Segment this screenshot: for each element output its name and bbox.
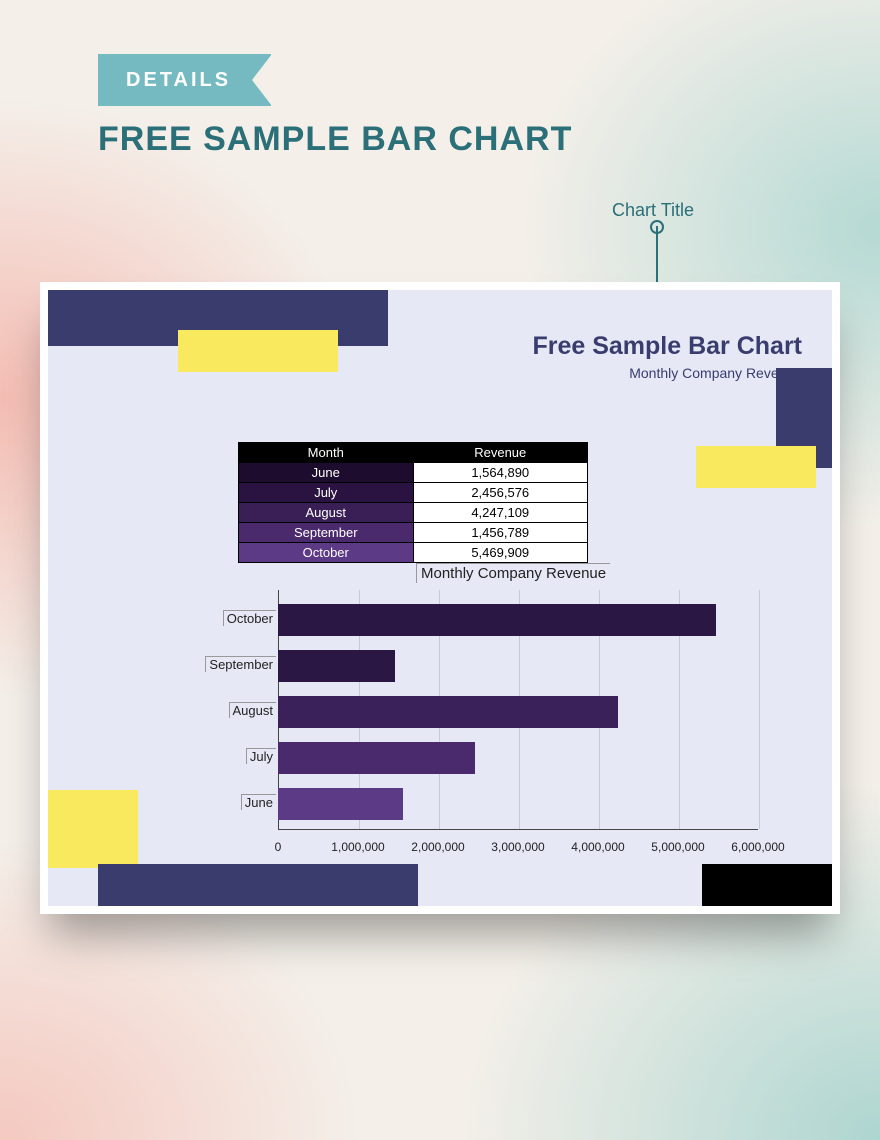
callout-dot-icon [650, 220, 664, 234]
data-table: Month Revenue June1,564,890July2,456,576… [238, 442, 588, 563]
x-tick-label: 6,000,000 [731, 840, 784, 854]
deco-rect [98, 864, 418, 906]
bar [278, 788, 403, 820]
table-row: October5,469,909 [239, 543, 588, 563]
table-cell-revenue: 2,456,576 [413, 483, 588, 503]
table-header-month: Month [239, 443, 414, 463]
table-cell-revenue: 4,247,109 [413, 503, 588, 523]
table-row: June1,564,890 [239, 463, 588, 483]
table-cell-month: July [239, 483, 414, 503]
page-title: FREE SAMPLE BAR CHART [98, 120, 572, 159]
bar-row: October [198, 600, 758, 640]
x-tick-label: 4,000,000 [571, 840, 624, 854]
deco-rect [696, 446, 816, 488]
bar-row: September [198, 646, 758, 686]
x-tick-label: 3,000,000 [491, 840, 544, 854]
table-cell-month: September [239, 523, 414, 543]
bar-label: July [246, 748, 276, 764]
bar [278, 650, 395, 682]
table-cell-month: June [239, 463, 414, 483]
deco-rect [702, 864, 832, 906]
x-tick-label: 5,000,000 [651, 840, 704, 854]
bar-label: June [241, 794, 276, 810]
bar-row: June [198, 784, 758, 824]
bar [278, 604, 716, 636]
table-cell-revenue: 1,564,890 [413, 463, 588, 483]
deco-rect [178, 330, 338, 372]
gridline [759, 590, 760, 829]
bar-chart: 0 1,000,000 2,000,000 3,000,000 4,000,000 5,0… [198, 590, 758, 860]
bar [278, 696, 618, 728]
table-row: August4,247,109 [239, 503, 588, 523]
table-header-revenue: Revenue [413, 443, 588, 463]
x-tick-label: 1,000,000 [331, 840, 384, 854]
bar-row: August [198, 692, 758, 732]
details-ribbon: DETAILS [98, 54, 271, 106]
bar [278, 742, 475, 774]
table-row: July2,456,576 [239, 483, 588, 503]
bar-label: October [223, 610, 276, 626]
table-cell-revenue: 5,469,909 [413, 543, 588, 563]
table-cell-month: October [239, 543, 414, 563]
plot-title: Monthly Company Revenue [416, 563, 610, 583]
table-row: September1,456,789 [239, 523, 588, 543]
chart-main-title: Free Sample Bar Chart [532, 332, 802, 360]
bar-label: September [205, 656, 276, 672]
chart-title-block: Free Sample Bar Chart Monthly Company Re… [532, 332, 802, 381]
deco-rect [48, 790, 138, 868]
chart-card: Free Sample Bar Chart Monthly Company Re… [40, 282, 840, 914]
table-cell-revenue: 1,456,789 [413, 523, 588, 543]
callout-chart-title: Chart Title [612, 200, 694, 221]
x-tick-label: 0 [275, 840, 282, 854]
bar-label: August [229, 702, 276, 718]
table-cell-month: August [239, 503, 414, 523]
bar-row: July [198, 738, 758, 778]
chart-subtitle: Monthly Company Revenue [532, 365, 802, 381]
chart-card-body: Free Sample Bar Chart Monthly Company Re… [48, 290, 832, 906]
x-tick-label: 2,000,000 [411, 840, 464, 854]
